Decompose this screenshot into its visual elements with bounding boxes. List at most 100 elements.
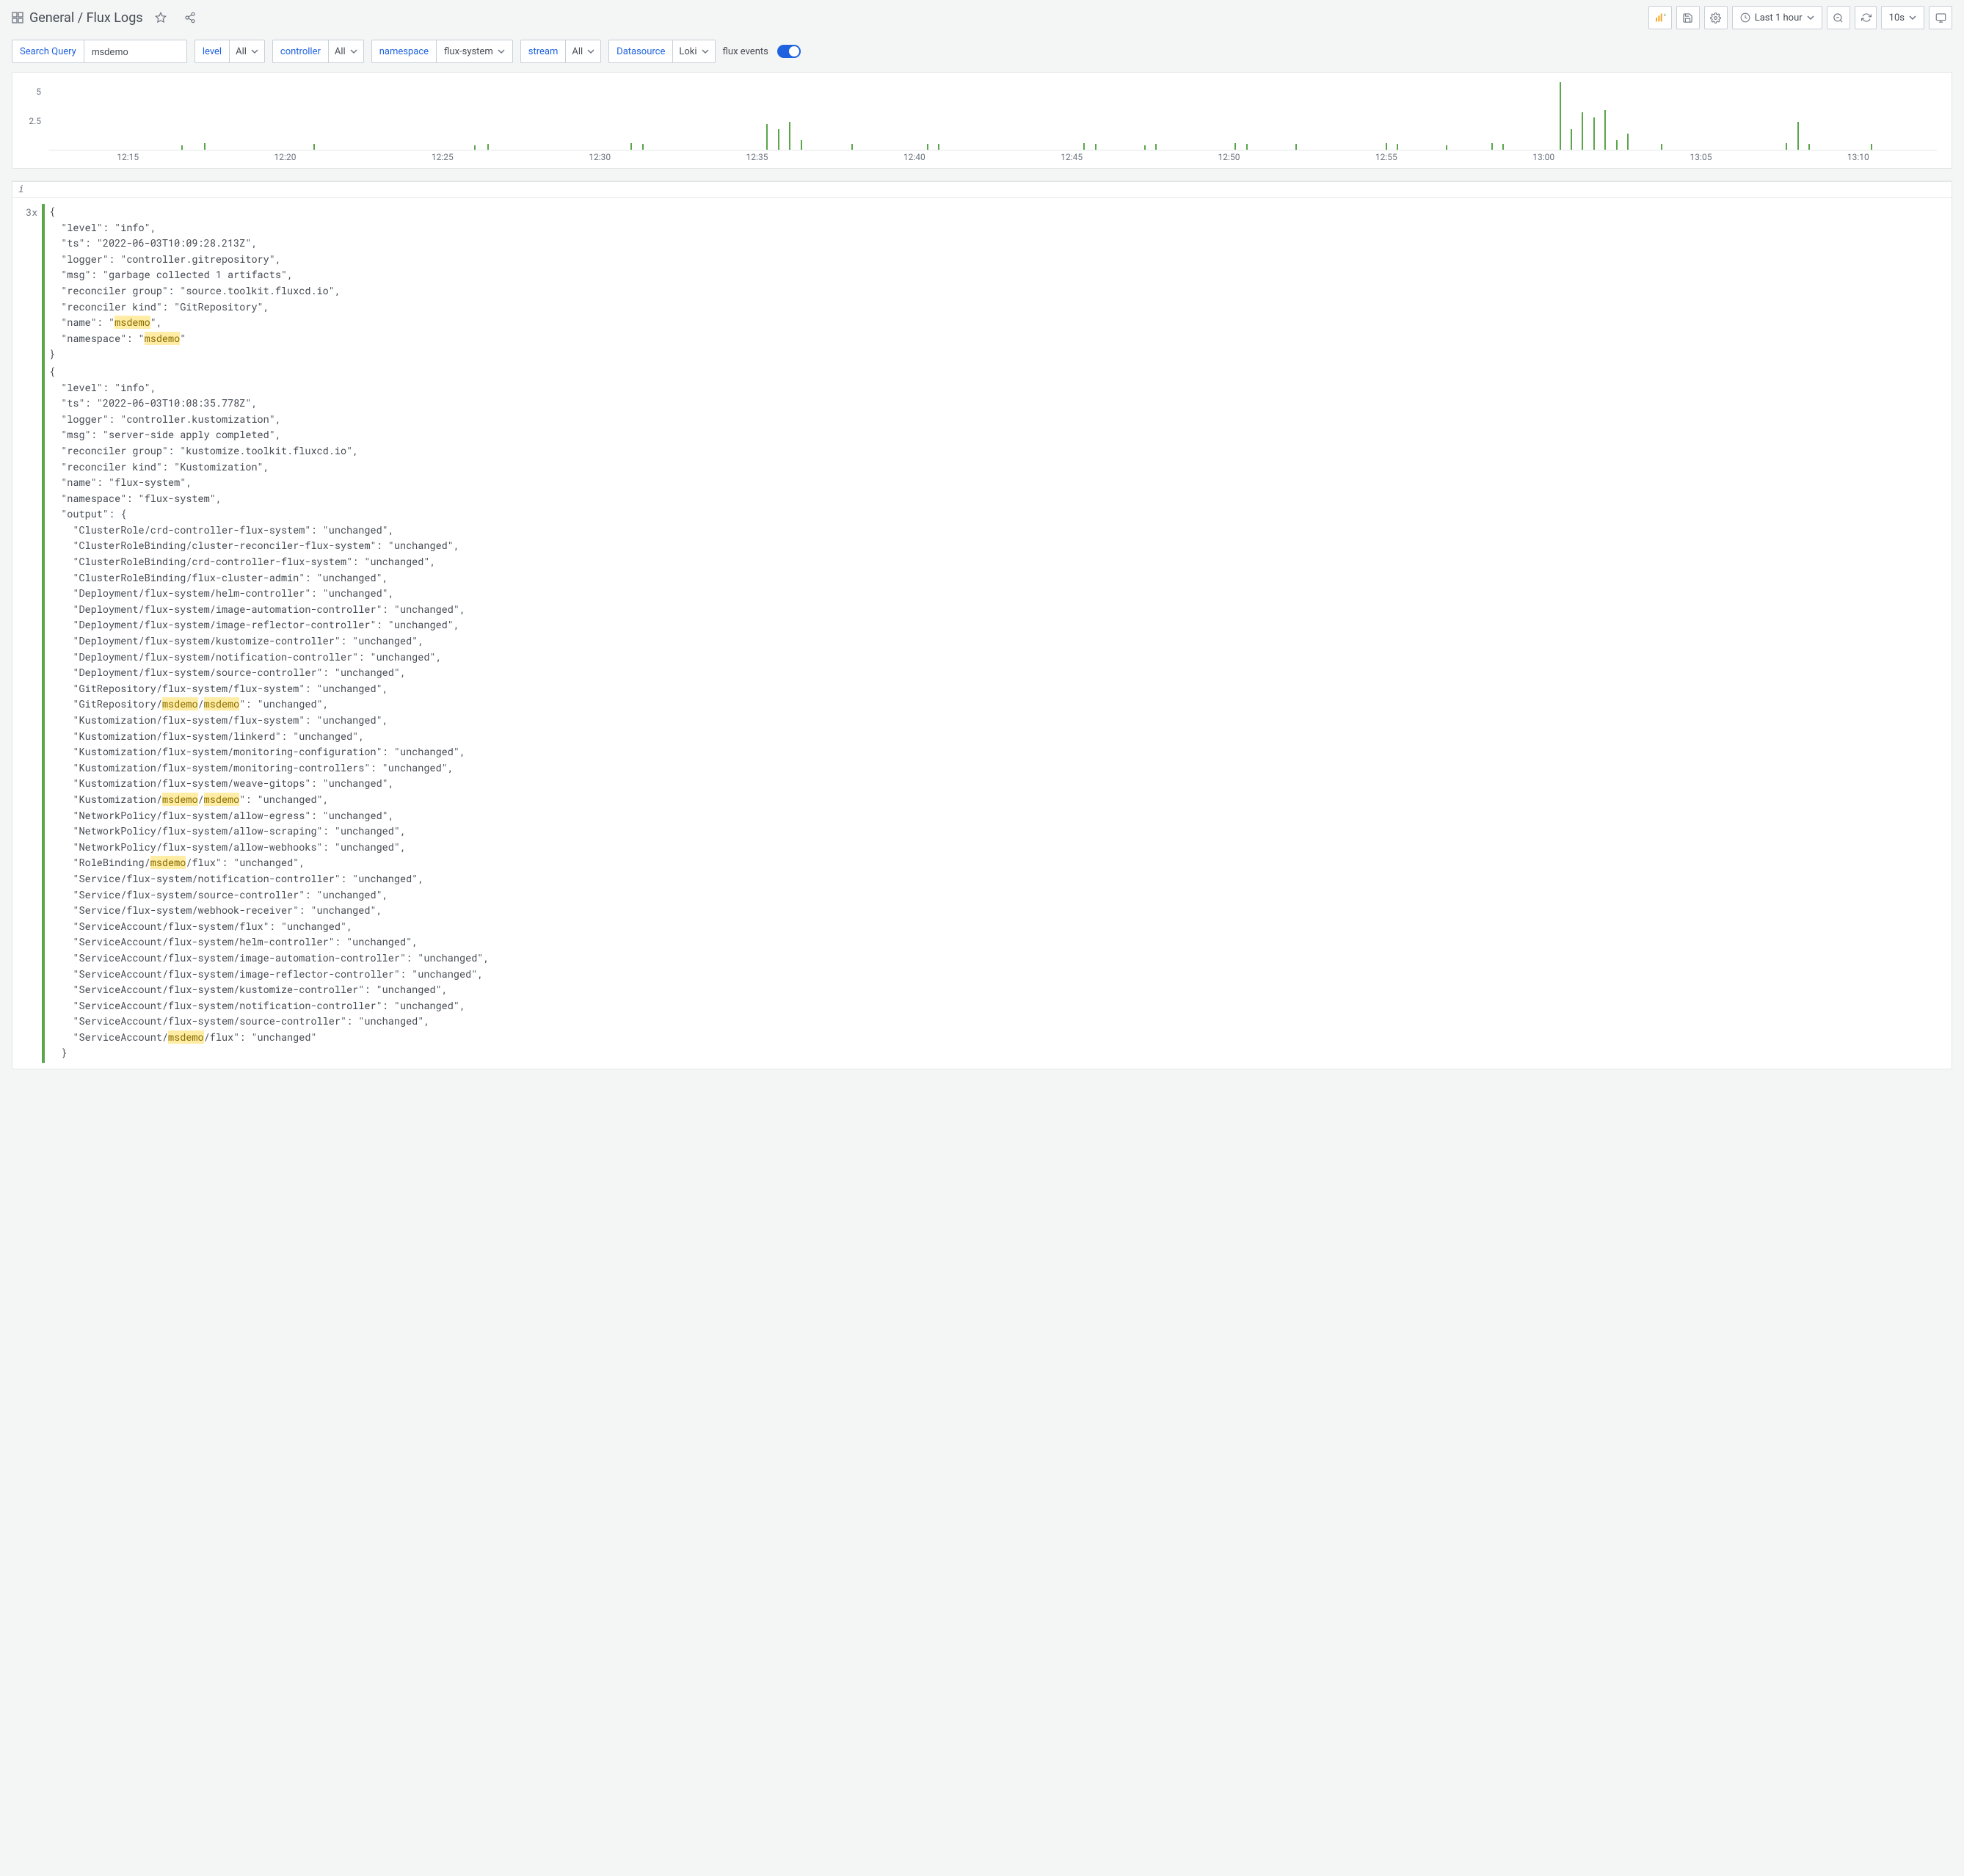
chart-bar — [927, 144, 928, 150]
search-highlight: msdemo — [150, 856, 186, 869]
breadcrumb-page: Flux Logs — [87, 10, 143, 26]
search-highlight: msdemo — [162, 697, 198, 710]
y-tick: 5 — [36, 87, 41, 97]
x-tick: 13:10 — [1847, 152, 1869, 162]
log-level-bar — [42, 364, 45, 1063]
chart-bar — [1083, 143, 1085, 150]
y-axis: 2.55 — [12, 80, 46, 150]
chart-bar — [801, 140, 802, 150]
log-entry[interactable]: 3x{ "level": "info", "ts": "2022-06-03T1… — [12, 204, 1952, 364]
log-entry[interactable]: { "level": "info", "ts": "2022-06-03T10:… — [12, 364, 1952, 1063]
log-count — [12, 364, 42, 1063]
chart-bar — [487, 144, 489, 150]
search-highlight: msdemo — [114, 316, 150, 329]
chart-bar — [1808, 144, 1810, 150]
settings-button[interactable] — [1704, 6, 1728, 29]
search-highlight: msdemo — [162, 793, 198, 806]
refresh-interval-label: 10s — [1889, 12, 1905, 23]
chart-bar — [1786, 143, 1787, 150]
breadcrumb: General / Flux Logs — [12, 6, 1643, 29]
controller-select[interactable]: All — [329, 40, 364, 63]
chart-bar — [1571, 129, 1572, 150]
y-tick: 2.5 — [29, 116, 41, 126]
x-tick: 12:15 — [117, 152, 139, 162]
log-body: { "level": "info", "ts": "2022-06-03T10:… — [49, 204, 341, 364]
x-tick: 12:25 — [432, 152, 454, 162]
refresh-interval-picker[interactable]: 10s — [1881, 6, 1924, 29]
x-tick: 12:50 — [1218, 152, 1240, 162]
chart-bar — [630, 143, 632, 150]
chart-bar — [1095, 144, 1096, 150]
chart-bar — [851, 144, 853, 150]
x-tick: 12:40 — [903, 152, 925, 162]
log-body: { "level": "info", "ts": "2022-06-03T10:… — [49, 364, 490, 1063]
chart-bar — [1491, 143, 1493, 150]
search-input[interactable] — [84, 40, 187, 63]
save-button[interactable] — [1676, 6, 1700, 29]
chart-bar — [204, 143, 206, 150]
chart-bar — [778, 129, 779, 150]
star-icon[interactable] — [149, 6, 172, 29]
apps-icon[interactable] — [12, 12, 23, 23]
log-count: 3x — [12, 204, 42, 364]
datasource-select[interactable]: Loki — [673, 40, 715, 63]
zoom-out-button[interactable] — [1827, 6, 1850, 29]
svg-text:+: + — [1663, 12, 1665, 18]
refresh-button[interactable] — [1855, 6, 1877, 29]
x-tick: 12:35 — [746, 152, 768, 162]
breadcrumb-root[interactable]: General — [29, 10, 74, 26]
chart-bar — [1582, 112, 1583, 150]
log-level-bar — [42, 204, 45, 364]
level-select[interactable]: All — [230, 40, 265, 63]
chart-bar — [1627, 134, 1629, 150]
chart-bar — [642, 144, 644, 150]
time-range-label: Last 1 hour — [1755, 12, 1803, 23]
search-highlight: msdemo — [204, 793, 240, 806]
chart-bar — [1593, 117, 1595, 150]
level-label: level — [194, 40, 230, 63]
chart-bar — [1616, 140, 1618, 150]
x-tick: 13:05 — [1690, 152, 1712, 162]
search-query-label: Search Query — [12, 40, 84, 63]
flux-events-label: flux events — [723, 46, 768, 57]
x-tick: 12:55 — [1375, 152, 1397, 162]
chart-bar — [1144, 145, 1146, 150]
chart-bar — [1234, 143, 1236, 150]
chart-bar — [1386, 143, 1387, 150]
info-bar[interactable]: i — [12, 181, 1952, 198]
chart-bar — [1871, 144, 1872, 150]
chart-bar — [1661, 144, 1662, 150]
chart-panel: 2.55 12:1512:2012:2512:3012:3512:4012:45… — [12, 72, 1952, 169]
x-tick: 13:00 — [1532, 152, 1554, 162]
search-highlight: msdemo — [168, 1030, 204, 1044]
chart-bar — [938, 144, 939, 150]
tv-mode-button[interactable] — [1929, 6, 1952, 29]
namespace-select[interactable]: flux-system — [437, 40, 513, 63]
chart-bar — [1295, 144, 1297, 150]
chart-bar — [313, 144, 315, 150]
time-range-picker[interactable]: Last 1 hour — [1732, 6, 1822, 29]
chart-bar — [1155, 144, 1157, 150]
x-tick: 12:45 — [1061, 152, 1083, 162]
chart-bar — [766, 124, 768, 150]
chart-bar — [1502, 144, 1504, 150]
chart-bar — [1560, 82, 1561, 150]
x-tick: 12:30 — [589, 152, 611, 162]
chart-bar — [1797, 122, 1799, 150]
chart-bar — [474, 145, 476, 150]
share-icon[interactable] — [178, 6, 202, 29]
stream-select[interactable]: All — [566, 40, 601, 63]
x-tick: 12:20 — [274, 152, 297, 162]
search-highlight: msdemo — [204, 697, 240, 710]
chart-plot[interactable] — [49, 80, 1937, 150]
add-panel-button[interactable]: + — [1648, 6, 1672, 29]
chart-bar — [1446, 145, 1447, 150]
namespace-label: namespace — [371, 40, 437, 63]
flux-events-toggle[interactable] — [777, 45, 801, 58]
chart-bar — [789, 122, 790, 150]
controller-label: controller — [272, 40, 329, 63]
chart-bar — [1397, 144, 1398, 150]
chart-bar — [1246, 144, 1248, 150]
x-axis: 12:15 12:20 12:25 12:30 12:35 12:40 12:45 12:50… — [49, 152, 1937, 165]
stream-label: stream — [520, 40, 567, 63]
